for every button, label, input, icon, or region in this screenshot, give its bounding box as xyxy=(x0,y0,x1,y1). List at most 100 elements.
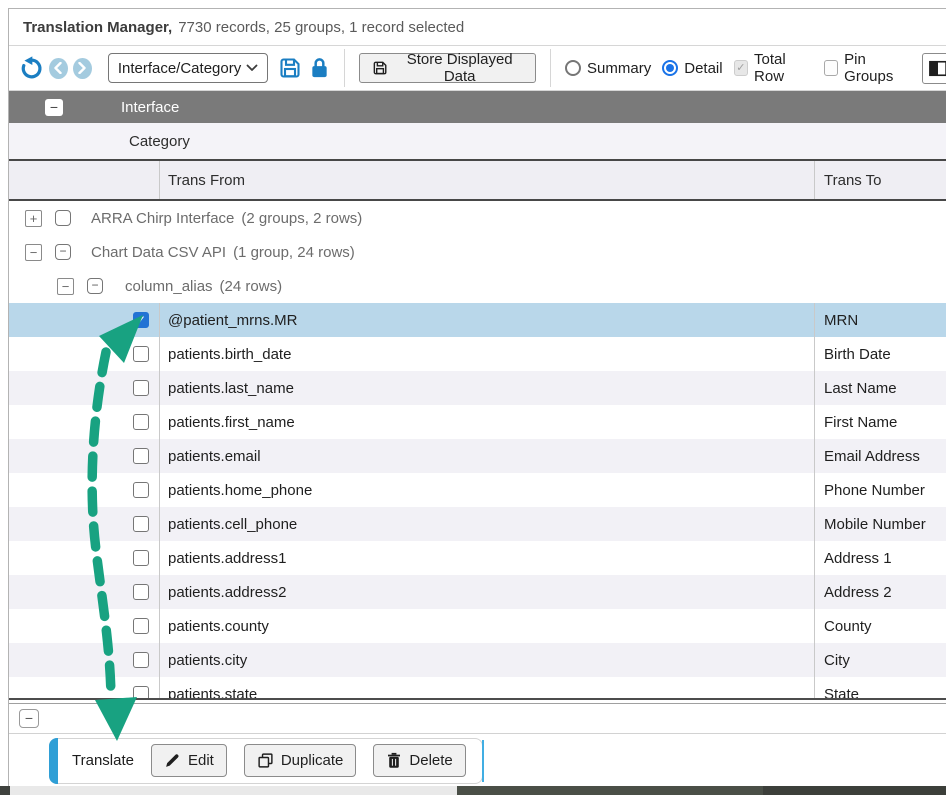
columns-button[interactable] xyxy=(922,53,946,84)
trans-from-header: Trans From xyxy=(168,172,245,189)
tree-row-count: (2 groups, 2 rows) xyxy=(241,210,362,227)
toolbar: Interface/Category xyxy=(9,46,946,91)
trans-from-value: patients.last_name xyxy=(168,380,294,397)
trans-from-value: patients.home_phone xyxy=(168,482,312,499)
page-title: Translation Manager, xyxy=(23,19,172,36)
row-checkbox[interactable] xyxy=(133,482,149,498)
edit-button-label: Edit xyxy=(188,752,214,769)
lock-button[interactable] xyxy=(309,57,330,79)
row-checkbox[interactable] xyxy=(133,618,149,634)
save-button[interactable] xyxy=(278,56,302,80)
trans-from-value: patients.county xyxy=(168,618,269,635)
duplicate-button-label: Duplicate xyxy=(281,752,344,769)
table-row[interactable]: patients.address1 Address 1 xyxy=(9,541,946,575)
trans-from-value: patients.birth_date xyxy=(168,346,291,363)
chevron-right-icon xyxy=(77,62,87,74)
detail-radio[interactable]: Detail xyxy=(662,60,722,77)
trans-to-value: Mobile Number xyxy=(824,516,926,533)
forward-button[interactable] xyxy=(73,58,92,79)
trans-from-value: patients.first_name xyxy=(168,414,295,431)
table-row[interactable]: patients.cell_phone Mobile Number xyxy=(9,507,946,541)
delete-button[interactable]: Delete xyxy=(373,744,465,777)
trans-to-value: Address 2 xyxy=(824,584,892,601)
radio-icon xyxy=(565,60,581,76)
tree-row-column-alias[interactable]: − − column_alias (24 rows) xyxy=(9,269,946,303)
row-checkbox[interactable] xyxy=(133,686,149,698)
table-row[interactable]: patients.home_phone Phone Number xyxy=(9,473,946,507)
row-checkbox[interactable] xyxy=(133,652,149,668)
lock-icon xyxy=(309,57,330,79)
trans-from-value: patients.city xyxy=(168,652,247,669)
trans-to-value: County xyxy=(824,618,872,635)
grouping-select-value: Interface/Category xyxy=(118,60,241,77)
tree-row-count: (24 rows) xyxy=(220,278,283,295)
table-row[interactable]: patients.last_name Last Name xyxy=(9,371,946,405)
pin-groups-label: Pin Groups xyxy=(844,51,911,85)
table-row[interactable]: patients.email Email Address xyxy=(9,439,946,473)
collapse-icon[interactable]: − xyxy=(45,99,63,116)
table-row[interactable]: patients.city City xyxy=(9,643,946,677)
back-button[interactable] xyxy=(49,58,68,79)
trans-to-header: Trans To xyxy=(824,172,882,189)
tree-row-arra-chirp-interface[interactable]: + ARRA Chirp Interface (2 groups, 2 rows… xyxy=(9,201,946,235)
trans-from-value: patients.address2 xyxy=(168,584,286,601)
trans-from-value: patients.state xyxy=(168,686,257,699)
tree-row-label: Chart Data CSV API xyxy=(91,244,226,261)
action-panel: Translate Edit Duplicate xyxy=(9,734,946,787)
table-row[interactable]: patients.state State xyxy=(9,677,946,698)
group-checkbox[interactable] xyxy=(55,210,71,226)
edit-button[interactable]: Edit xyxy=(151,744,227,777)
chevron-down-icon xyxy=(246,64,258,72)
radio-checked-icon xyxy=(662,60,678,76)
category-header-label: Category xyxy=(129,133,190,150)
row-checkbox[interactable]: ✓ xyxy=(133,312,149,328)
tree-row-label: column_alias xyxy=(125,278,213,295)
tree-row-chart-data-csv-api[interactable]: − − Chart Data CSV API (1 group, 24 rows… xyxy=(9,235,946,269)
grouping-select[interactable]: Interface/Category xyxy=(108,53,268,83)
row-checkbox[interactable] xyxy=(133,380,149,396)
store-displayed-data-button[interactable]: Store Displayed Data xyxy=(359,53,536,83)
trans-to-value: Address 1 xyxy=(824,550,892,567)
save-floppy-icon xyxy=(372,59,388,77)
summary-radio[interactable]: Summary xyxy=(565,60,651,77)
table-row[interactable]: ✓ @patient_mrns.MR MRN xyxy=(9,303,946,337)
table-row[interactable]: patients.birth_date Birth Date xyxy=(9,337,946,371)
strip-segment xyxy=(0,786,10,795)
table-row[interactable]: patients.county County xyxy=(9,609,946,643)
table-body: + ARRA Chirp Interface (2 groups, 2 rows… xyxy=(9,201,946,698)
chevron-left-icon xyxy=(53,62,63,74)
taskbar-strip xyxy=(0,786,946,795)
strip-segment xyxy=(763,786,946,795)
column-headers: Trans From Trans To xyxy=(9,161,946,201)
translate-panel: Translate Edit Duplicate xyxy=(49,738,483,784)
row-checkbox[interactable] xyxy=(133,584,149,600)
toolbar-separator xyxy=(550,49,551,87)
duplicate-button[interactable]: Duplicate xyxy=(244,744,357,777)
store-button-label: Store Displayed Data xyxy=(396,51,523,85)
group-checkbox-indeterminate[interactable]: − xyxy=(55,244,71,260)
pin-groups-checkbox[interactable]: Pin Groups xyxy=(824,51,911,85)
trash-icon xyxy=(386,752,402,769)
row-checkbox[interactable] xyxy=(133,414,149,430)
table-row[interactable]: patients.first_name First Name xyxy=(9,405,946,439)
row-checkbox[interactable] xyxy=(133,516,149,532)
group-checkbox-indeterminate[interactable]: − xyxy=(87,278,103,294)
trans-to-value: Birth Date xyxy=(824,346,891,363)
summary-radio-label: Summary xyxy=(587,60,651,77)
collapse-icon[interactable]: − xyxy=(57,278,74,295)
checkbox-checked-disabled-icon: ✓ xyxy=(734,60,748,76)
undo-button[interactable] xyxy=(19,56,44,81)
row-checkbox[interactable] xyxy=(133,346,149,362)
collapse-icon[interactable]: − xyxy=(19,709,39,728)
bottom-panel-header: − xyxy=(9,704,946,734)
row-checkbox[interactable] xyxy=(133,550,149,566)
expand-icon[interactable]: + xyxy=(25,210,42,227)
translation-manager-window: Translation Manager, 7730 records, 25 gr… xyxy=(0,0,946,795)
table-row[interactable]: patients.address2 Address 2 xyxy=(9,575,946,609)
total-row-checkbox[interactable]: ✓ Total Row xyxy=(734,51,813,85)
row-checkbox[interactable] xyxy=(133,448,149,464)
collapse-icon[interactable]: − xyxy=(25,244,42,261)
trans-to-value: City xyxy=(824,652,850,669)
record-summary: 7730 records, 25 groups, 1 record select… xyxy=(178,19,464,36)
trans-to-value: Last Name xyxy=(824,380,897,397)
